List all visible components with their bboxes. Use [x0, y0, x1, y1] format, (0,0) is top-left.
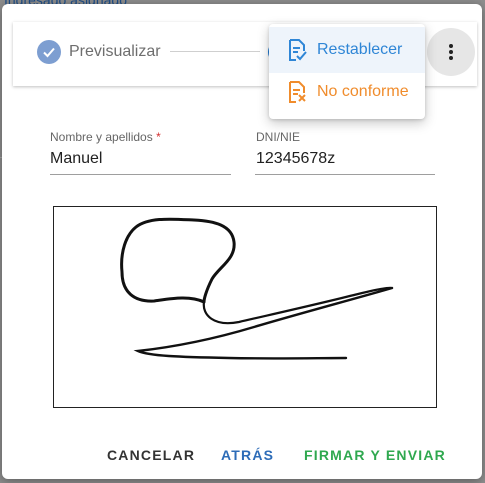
menu-item-label: No conforme: [317, 83, 409, 100]
menu-item-restablecer[interactable]: Restablecer: [269, 27, 425, 73]
document-check-icon: [289, 39, 307, 61]
dni-label: DNI/NIE: [256, 130, 301, 144]
dni-field-underline: [255, 174, 435, 175]
more-vertical-icon: [449, 44, 453, 60]
menu-item-label: Restablecer: [317, 41, 403, 58]
dni-field[interactable]: 12345678z: [256, 150, 335, 168]
options-menu: Restablecer No conforme: [269, 24, 425, 119]
step-connector: [170, 51, 260, 52]
required-asterisk: *: [156, 130, 161, 144]
name-field-underline: [50, 174, 231, 175]
name-field[interactable]: Manuel: [50, 150, 102, 168]
check-icon: [43, 47, 55, 58]
signature-pad[interactable]: [53, 206, 437, 408]
document-x-icon: [289, 81, 306, 103]
signature-drawing: [120, 217, 394, 360]
menu-item-no-conforme[interactable]: No conforme: [269, 69, 425, 115]
more-options-button[interactable]: [427, 28, 475, 76]
name-label: Nombre y apellidos *: [50, 130, 161, 144]
step-completed-indicator: [37, 40, 61, 64]
cancel-button[interactable]: CANCELAR: [107, 447, 195, 463]
back-button[interactable]: ATRÁS: [221, 447, 274, 463]
step-label-previsualizar: Previsualizar: [69, 43, 161, 60]
sign-and-send-button[interactable]: FIRMAR Y ENVIAR: [304, 447, 446, 463]
